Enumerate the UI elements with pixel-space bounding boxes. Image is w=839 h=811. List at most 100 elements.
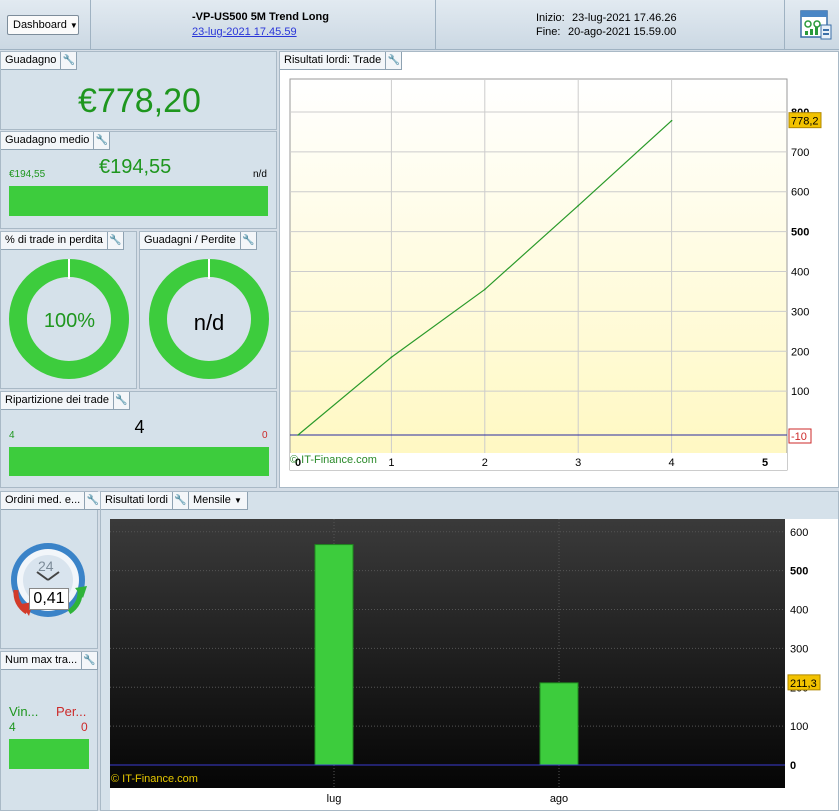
- y-tick-label: 700: [791, 147, 809, 159]
- end-label: Fine:: [536, 26, 561, 38]
- header-divider: [90, 0, 91, 50]
- x-tick-label: 4: [669, 457, 675, 469]
- wrench-icon[interactable]: 🔧: [113, 392, 130, 410]
- end-value: 20-ago-2021 15.59.00: [568, 26, 677, 38]
- avg-gain-right-label: n/d: [253, 169, 267, 180]
- gain-loss-value: n/d: [193, 310, 225, 335]
- equity-point: [577, 204, 579, 207]
- dial-label: 24: [38, 558, 54, 574]
- losing-trades-panel: % di trade in perdita 🔧 100%: [0, 231, 137, 389]
- x-tick-label: 1: [388, 457, 394, 469]
- max-trades-wins: 4: [9, 720, 16, 734]
- max-trades-losses: 0: [81, 720, 88, 734]
- gain-panel: Guadagno 🔧 €778,20: [0, 51, 277, 130]
- panel-title: Ordini med. e... 🔧: [1, 492, 102, 510]
- panel-title: Guadagno medio 🔧: [1, 132, 111, 150]
- header-divider: [784, 0, 785, 50]
- panel-title: Ripartizione dei trade 🔧: [1, 392, 130, 410]
- dial-value: 0,41: [29, 588, 69, 610]
- zero-value-tag-text: -10: [791, 431, 807, 443]
- wrench-icon[interactable]: 🔧: [240, 232, 257, 250]
- trade-split-title: Ripartizione dei trade: [1, 392, 114, 410]
- y-tick-label: 500: [790, 566, 808, 578]
- plot-area: [289, 78, 788, 471]
- y-tick-label: 600: [791, 187, 809, 199]
- wrench-icon[interactable]: 🔧: [85, 492, 102, 510]
- panel-title: Num max tra... 🔧: [1, 652, 99, 670]
- wrench-icon[interactable]: 🔧: [107, 232, 124, 250]
- wrench-icon[interactable]: 🔧: [61, 52, 78, 70]
- panel-title: % di trade in perdita 🔧: [1, 232, 124, 250]
- trade-split-bar: [9, 447, 269, 476]
- y-tick-label: 100: [791, 386, 809, 398]
- wrench-icon[interactable]: 🔧: [82, 652, 99, 670]
- bar-lug: [314, 544, 354, 766]
- max-trades-bar: [9, 739, 89, 769]
- start-value: 23-lug-2021 17.46.26: [572, 12, 677, 24]
- y-tick-label: 200: [791, 346, 809, 358]
- y-tick-label: 100: [790, 721, 808, 733]
- panel-title: Guadagno 🔧: [1, 52, 78, 70]
- x-tick-label: 3: [575, 457, 581, 469]
- header-divider: [435, 0, 436, 50]
- clock-dial-icon: [11, 543, 87, 617]
- trade-split-total: 4: [134, 417, 145, 437]
- x-tick-label: lug: [327, 793, 342, 805]
- y-tick-label: 500: [791, 227, 809, 239]
- gain-loss-title: Guadagni / Perdite: [140, 232, 241, 250]
- start-label: Inizio:: [536, 12, 565, 24]
- last-value-tag: 211,3: [787, 674, 821, 691]
- dashboard-dropdown-label: Dashboard: [13, 19, 67, 31]
- losing-trades-value: 100%: [43, 310, 96, 332]
- y-tick-label: 400: [791, 266, 809, 278]
- gain-value: €778,20: [78, 82, 201, 120]
- gain-loss-panel: Guadagni / Perdite 🔧 n/d: [139, 231, 277, 389]
- last-value-tag: 778,2: [788, 112, 822, 129]
- trade-split-panel: Ripartizione dei trade 🔧 4 4 0: [0, 391, 277, 488]
- avg-gain-title: Guadagno medio: [1, 132, 95, 150]
- trade-split-wins: 4: [9, 430, 15, 441]
- avg-gain-panel: Guadagno medio 🔧 €194,55 €194,55 n/d: [0, 131, 277, 229]
- max-trades-title: Num max tra...: [1, 652, 83, 670]
- bar-chart: 0100200300400500600lugago211,3: [110, 519, 838, 810]
- last-value-tag-text: 211,3: [790, 678, 817, 690]
- bar-chart-watermark: © IT-Finance.com: [111, 773, 198, 785]
- zero-value-tag: -10: [788, 428, 812, 444]
- chevron-down-icon: ▼: [69, 21, 78, 30]
- y-tick-label: 300: [791, 306, 809, 318]
- y-tick-label: 0: [790, 760, 796, 772]
- equity-point: [390, 356, 393, 359]
- avg-gain-left-label: €194,55: [9, 169, 46, 180]
- wrench-icon[interactable]: 🔧: [94, 132, 111, 150]
- max-trades-loss-label: Per...: [56, 704, 87, 719]
- strategy-date-link[interactable]: 23-lug-2021 17.45.59: [192, 26, 297, 38]
- max-trades-panel: Num max tra... 🔧 Vin... Per... 4 0: [0, 651, 99, 811]
- x-axis-strip: [110, 788, 838, 810]
- strategy-name: -VP-US500 5M Trend Long: [192, 11, 329, 23]
- gross-results-trade-panel: Risultati lordi: Trade 🔧 100 200 300 400 500…: [279, 51, 839, 488]
- orders-title: Ordini med. e...: [1, 492, 86, 510]
- x-tick-label: ago: [550, 793, 568, 805]
- gross-results-monthly-panel: Risultati lordi 🔧 Mensile ▼ 010020030040…: [100, 491, 839, 811]
- orders-panel: Ordini med. e... 🔧 24 0,41: [0, 491, 102, 649]
- last-value-tag-text: 778,2: [791, 116, 819, 128]
- panel-title: Guadagni / Perdite 🔧: [140, 232, 257, 250]
- y-tick-label: 400: [790, 605, 808, 617]
- equity-point: [484, 288, 486, 291]
- plot-area: [110, 519, 785, 788]
- gain-title: Guadagno: [1, 52, 62, 70]
- line-chart: 100200300400500600700800012345778,2-10: [289, 78, 822, 471]
- x-tick-label: 2: [482, 457, 488, 469]
- y-tick-label: 300: [790, 643, 808, 655]
- losing-trades-title: % di trade in perdita: [1, 232, 108, 250]
- y-tick-label: 600: [790, 527, 808, 539]
- bar-ago: [539, 682, 579, 766]
- line-chart-watermark: © IT-Finance.com: [290, 454, 377, 466]
- equity-point: [297, 434, 299, 436]
- max-trades-win-label: Vin...: [9, 704, 39, 719]
- avg-gain-value: €194,55: [99, 156, 172, 178]
- dashboard-dropdown[interactable]: Dashboard ▼: [7, 15, 79, 35]
- avg-gain-bar: [9, 186, 268, 216]
- report-icon[interactable]: [799, 7, 833, 41]
- trade-split-losses: 0: [262, 430, 268, 441]
